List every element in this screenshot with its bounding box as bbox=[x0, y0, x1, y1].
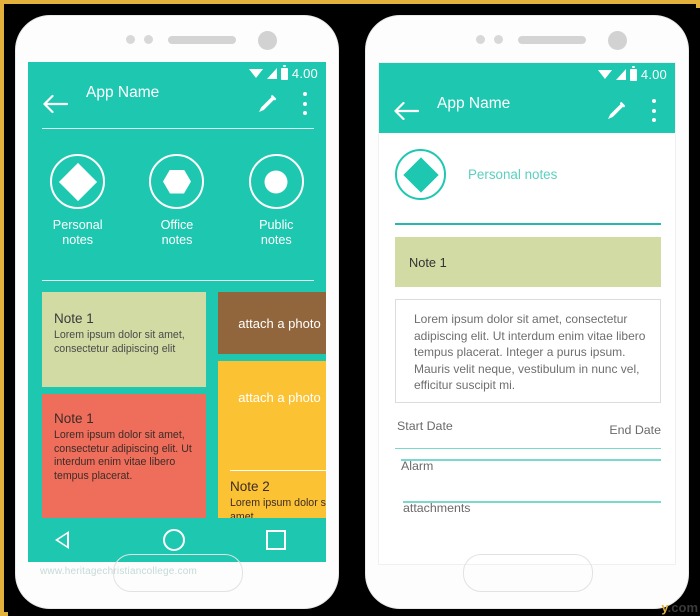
signal-icon bbox=[266, 68, 277, 79]
front-camera-icon bbox=[608, 31, 627, 50]
category-public-notes[interactable]: Public notes bbox=[232, 154, 320, 248]
attachments-label: attachments bbox=[403, 501, 471, 515]
start-date-label: Start Date bbox=[397, 419, 453, 433]
diamond-icon bbox=[58, 162, 97, 201]
app-bar-right: 4.00 App Name bbox=[379, 63, 675, 133]
note-card-green[interactable]: Note 1 Lorem ipsum dolor sit amet, conse… bbox=[42, 292, 206, 387]
app-title: App Name bbox=[86, 84, 160, 101]
home-button[interactable] bbox=[113, 554, 243, 592]
phone-mockup-left: 4.00 App Name Personal notes Office note… bbox=[16, 16, 338, 608]
category-label: Office notes bbox=[133, 218, 221, 248]
attach-photo-label: attach a photo bbox=[238, 390, 321, 405]
attach-photo-label: attach a photo bbox=[238, 315, 321, 331]
note-title: Note 2 bbox=[230, 479, 270, 494]
sensor-dot-icon bbox=[476, 35, 485, 44]
phone-top-bezel bbox=[366, 16, 688, 62]
header-divider bbox=[395, 223, 661, 225]
status-clock: 4.00 bbox=[640, 67, 667, 82]
notes-list-body: Personal notes Office notes Public notes… bbox=[28, 132, 326, 562]
note-title: Note 1 bbox=[54, 411, 94, 426]
category-office-notes[interactable]: Office notes bbox=[133, 154, 221, 248]
sensor-dot-icon bbox=[494, 35, 503, 44]
earpiece-speaker bbox=[518, 36, 586, 44]
note-category-header[interactable]: Personal notes bbox=[395, 149, 557, 200]
wifi-icon bbox=[597, 70, 612, 79]
signal-icon bbox=[615, 69, 626, 80]
field-underline bbox=[401, 459, 661, 461]
wifi-icon bbox=[248, 69, 263, 78]
category-personal-notes[interactable]: Personal notes bbox=[34, 154, 122, 248]
back-arrow-icon[interactable] bbox=[42, 94, 69, 114]
app-bar-divider bbox=[42, 127, 314, 129]
category-label-line1: Office bbox=[160, 218, 194, 232]
category-label-line2: notes bbox=[62, 233, 94, 247]
hexagon-icon bbox=[162, 169, 191, 194]
attachments-field[interactable]: attachments bbox=[401, 501, 661, 529]
nav-home-icon[interactable] bbox=[162, 529, 185, 551]
app-bar-row: App Name bbox=[379, 81, 675, 127]
category-icon-ring bbox=[395, 149, 446, 200]
note-body: Lorem ipsum dolor sit amet, consectetur … bbox=[54, 329, 185, 355]
stage: 4.00 App Name Personal notes Office note… bbox=[8, 8, 700, 616]
screen-notes-list: 4.00 App Name Personal notes Office note… bbox=[28, 62, 326, 562]
category-icon-ring bbox=[50, 154, 106, 209]
app-title: App Name bbox=[437, 95, 511, 112]
battery-icon bbox=[629, 66, 637, 81]
status-clock: 4.00 bbox=[291, 66, 318, 81]
note-title-input[interactable]: Note 1 bbox=[395, 237, 661, 287]
note-title: Note 1 bbox=[54, 311, 94, 326]
nav-back-icon[interactable] bbox=[55, 531, 82, 549]
category-label-line2: notes bbox=[260, 233, 292, 247]
category-label: Public notes bbox=[232, 218, 320, 248]
alarm-field[interactable]: Alarm bbox=[399, 459, 661, 487]
note-description-input[interactable]: Lorem ipsum dolor sit amet, consectetur … bbox=[395, 299, 661, 403]
decorative-frame: 4.00 App Name Personal notes Office note… bbox=[0, 0, 700, 616]
card-divider bbox=[230, 470, 326, 472]
note-body: Lorem ipsum dolor sit amet, consectetur … bbox=[54, 429, 192, 482]
note-title-value: Note 1 bbox=[409, 254, 447, 270]
attach-photo-card-brown[interactable]: attach a photo bbox=[218, 292, 326, 354]
home-button[interactable] bbox=[463, 554, 593, 592]
category-label-line1: Public bbox=[259, 218, 294, 232]
screen-note-detail: 4.00 App Name Personal notes Note 1 Lore… bbox=[378, 62, 676, 565]
end-date-label: End Date bbox=[609, 423, 661, 437]
attach-photo-card-yellow[interactable]: attach a photo Note 2 Lorem ipsum dolor … bbox=[218, 361, 326, 537]
pencil-icon[interactable] bbox=[605, 100, 627, 122]
category-row: Personal notes Office notes Public notes bbox=[28, 154, 326, 248]
pencil-icon[interactable] bbox=[256, 93, 278, 115]
phone-mockup-right: 4.00 App Name Personal notes Note 1 Lore… bbox=[366, 16, 688, 608]
circle-icon bbox=[264, 170, 288, 193]
section-divider bbox=[42, 280, 314, 282]
category-label-line2: notes bbox=[161, 233, 193, 247]
note-category-label: Personal notes bbox=[468, 167, 558, 182]
status-bar: 4.00 bbox=[248, 65, 318, 81]
front-camera-icon bbox=[258, 31, 277, 50]
category-icon-ring bbox=[248, 154, 304, 209]
kebab-menu-icon[interactable] bbox=[303, 92, 308, 116]
diamond-icon bbox=[402, 156, 439, 193]
battery-icon bbox=[280, 65, 288, 80]
field-underline bbox=[403, 501, 661, 503]
status-bar: 4.00 bbox=[597, 66, 667, 82]
category-label: Personal notes bbox=[34, 218, 122, 248]
note-card-red[interactable]: Note 1 Lorem ipsum dolor sit amet, conse… bbox=[42, 394, 206, 537]
sensor-dot-icon bbox=[144, 35, 153, 44]
category-label-line1: Personal bbox=[52, 218, 103, 232]
alarm-label: Alarm bbox=[401, 459, 434, 473]
date-range-field[interactable]: Start Date End Date bbox=[395, 419, 661, 449]
app-bar-row: App Name bbox=[28, 80, 326, 126]
note-description-value: Lorem ipsum dolor sit amet, consectetur … bbox=[414, 312, 646, 393]
earpiece-speaker bbox=[168, 36, 236, 44]
note-detail-body: Personal notes Note 1 Lorem ipsum dolor … bbox=[379, 133, 675, 564]
app-bar-left: 4.00 App Name bbox=[28, 62, 326, 132]
back-arrow-icon[interactable] bbox=[393, 101, 420, 121]
nav-recents-icon[interactable] bbox=[265, 530, 286, 550]
field-underline bbox=[395, 447, 661, 449]
kebab-menu-icon[interactable] bbox=[652, 99, 657, 123]
phone-top-bezel bbox=[16, 16, 338, 62]
sensor-dot-icon bbox=[126, 35, 135, 44]
category-icon-ring bbox=[149, 154, 205, 209]
